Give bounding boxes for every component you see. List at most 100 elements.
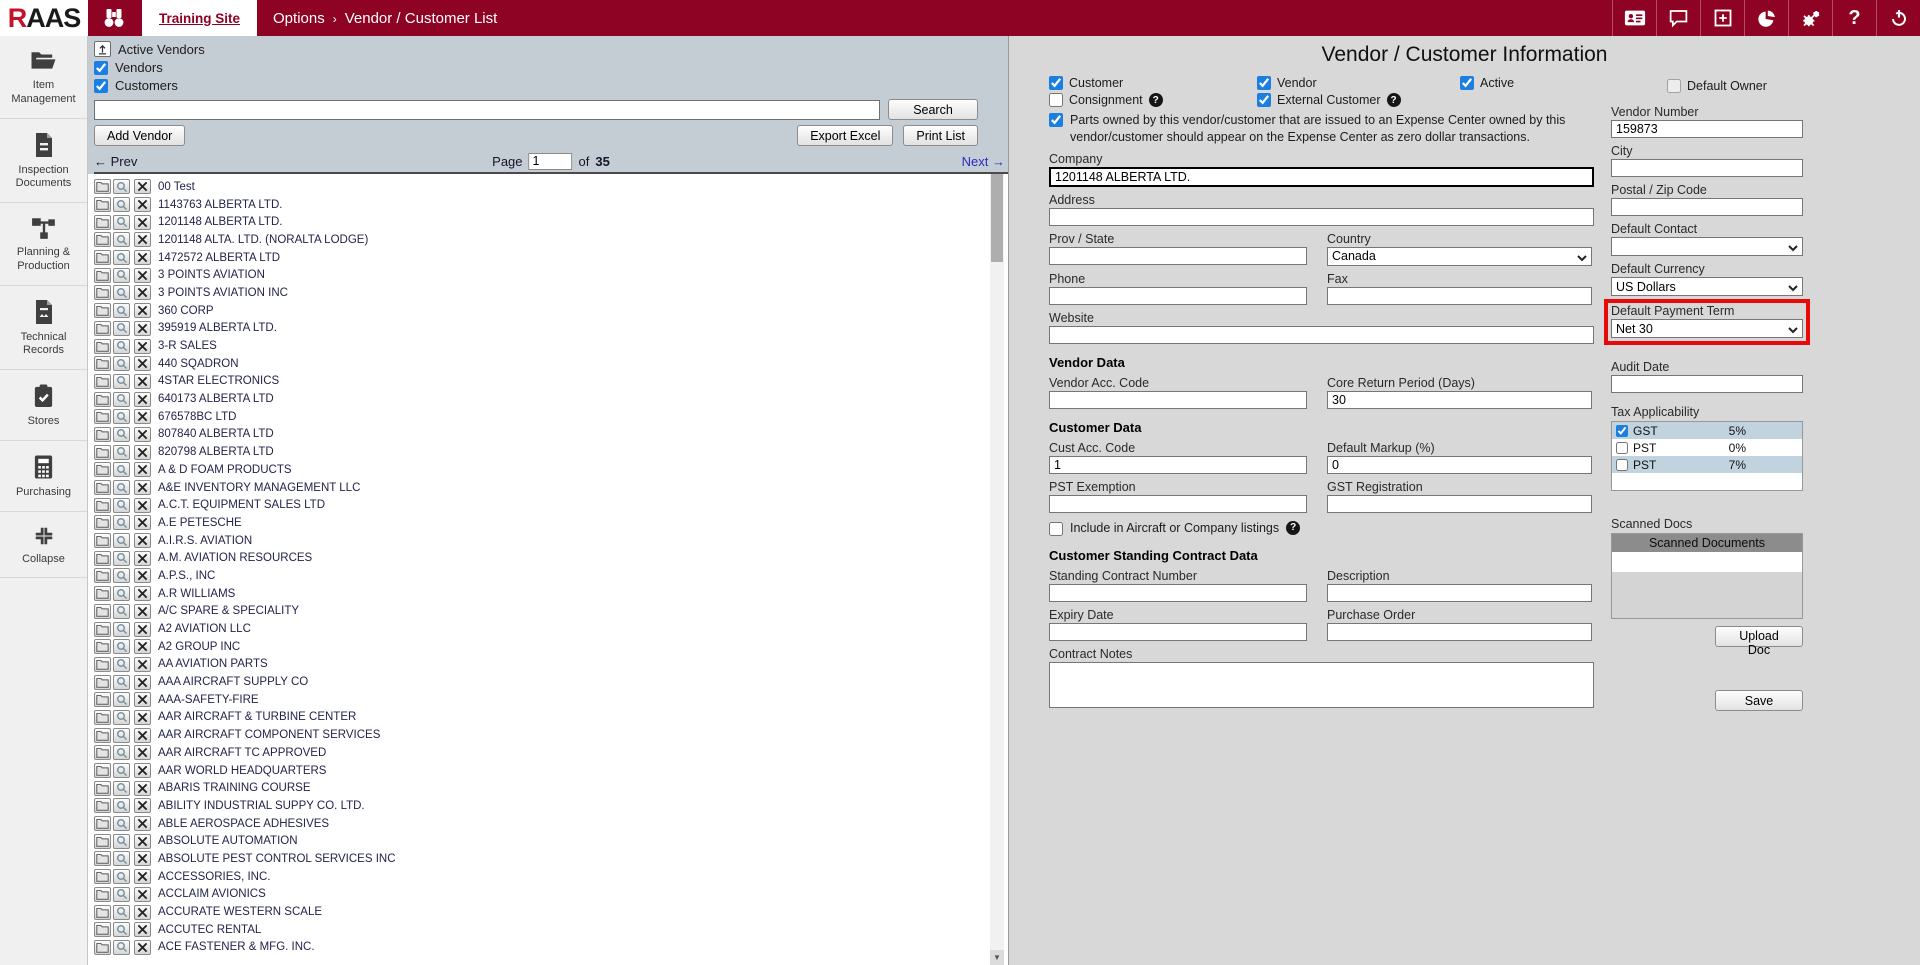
country-select[interactable]: Canada xyxy=(1327,247,1592,266)
vendor-name[interactable]: 820798 ALBERTA LTD xyxy=(158,446,274,458)
delete-vendor-button[interactable] xyxy=(134,445,151,460)
vendor-name[interactable]: A.I.R.S. AVIATION xyxy=(158,535,252,547)
view-vendor-button[interactable] xyxy=(113,604,130,619)
delete-vendor-button[interactable] xyxy=(134,462,151,477)
consignment-help-icon[interactable]: ? xyxy=(1149,93,1163,107)
view-vendor-button[interactable] xyxy=(113,639,130,654)
open-vendor-button[interactable] xyxy=(94,179,111,194)
delete-vendor-button[interactable] xyxy=(134,480,151,495)
delete-vendor-button[interactable] xyxy=(134,816,151,831)
open-vendor-button[interactable] xyxy=(94,869,111,884)
view-vendor-button[interactable] xyxy=(113,409,130,424)
open-vendor-button[interactable] xyxy=(94,533,111,548)
delete-vendor-button[interactable] xyxy=(134,622,151,637)
cust-acc-code-input[interactable] xyxy=(1049,456,1307,474)
open-vendor-button[interactable] xyxy=(94,692,111,707)
view-vendor-button[interactable] xyxy=(113,798,130,813)
view-vendor-button[interactable] xyxy=(113,374,130,389)
delete-vendor-button[interactable] xyxy=(134,710,151,725)
delete-vendor-button[interactable] xyxy=(134,657,151,672)
delete-vendor-button[interactable] xyxy=(134,568,151,583)
vendor-name[interactable]: AAR AIRCRAFT COMPONENT SERVICES xyxy=(158,729,380,741)
vendor-name[interactable]: A2 GROUP INC xyxy=(158,641,240,653)
delete-vendor-button[interactable] xyxy=(134,551,151,566)
view-vendor-button[interactable] xyxy=(113,462,130,477)
print-list-button[interactable]: Print List xyxy=(903,125,978,146)
sidebar-item-purchasing[interactable]: Purchasing xyxy=(0,441,87,512)
delete-vendor-button[interactable] xyxy=(134,498,151,513)
view-vendor-button[interactable] xyxy=(113,392,130,407)
vendor-acc-code-input[interactable] xyxy=(1049,391,1307,409)
vendor-name[interactable]: 676578BC LTD xyxy=(158,411,236,423)
help-icon[interactable]: ? xyxy=(1832,0,1876,36)
view-vendor-button[interactable] xyxy=(113,179,130,194)
delete-vendor-button[interactable] xyxy=(134,798,151,813)
view-vendor-button[interactable] xyxy=(113,197,130,212)
vendor-name[interactable]: ABLE AEROSPACE ADHESIVES xyxy=(158,818,329,830)
view-vendor-button[interactable] xyxy=(113,905,130,920)
view-vendor-button[interactable] xyxy=(113,356,130,371)
delete-vendor-button[interactable] xyxy=(134,515,151,530)
next-page-link[interactable]: Next → xyxy=(962,154,1005,169)
delete-vendor-button[interactable] xyxy=(134,851,151,866)
view-vendor-button[interactable] xyxy=(113,551,130,566)
filter-vendors-checkbox[interactable] xyxy=(94,61,108,75)
delete-vendor-button[interactable] xyxy=(134,392,151,407)
view-vendor-button[interactable] xyxy=(113,763,130,778)
vendor-name[interactable]: A&E INVENTORY MANAGEMENT LLC xyxy=(158,482,360,494)
open-vendor-button[interactable] xyxy=(94,728,111,743)
view-vendor-button[interactable] xyxy=(113,285,130,300)
vendor-name[interactable]: A & D FOAM PRODUCTS xyxy=(158,464,292,476)
fax-input[interactable] xyxy=(1327,287,1592,305)
delete-vendor-button[interactable] xyxy=(134,374,151,389)
vendor-name[interactable]: AA AVIATION PARTS xyxy=(158,658,268,670)
core-return-period-input[interactable] xyxy=(1327,391,1592,409)
view-vendor-button[interactable] xyxy=(113,887,130,902)
scroll-top-icon[interactable] xyxy=(94,41,111,57)
vendor-name[interactable]: 440 SQADRON xyxy=(158,358,239,370)
open-vendor-button[interactable] xyxy=(94,586,111,601)
vendor-name[interactable]: ABSOLUTE AUTOMATION xyxy=(158,835,298,847)
open-vendor-button[interactable] xyxy=(94,763,111,778)
scrollbar-thumb[interactable] xyxy=(991,174,1003,262)
parts-owned-checkbox[interactable] xyxy=(1049,113,1063,127)
delete-vendor-button[interactable] xyxy=(134,339,151,354)
vendor-name[interactable]: A.P.S., INC xyxy=(158,570,215,582)
open-vendor-button[interactable] xyxy=(94,551,111,566)
delete-vendor-button[interactable] xyxy=(134,905,151,920)
default-contact-select[interactable] xyxy=(1611,237,1803,256)
vendor-name[interactable]: ACCESSORIES, INC. xyxy=(158,871,270,883)
delete-vendor-button[interactable] xyxy=(134,197,151,212)
view-vendor-button[interactable] xyxy=(113,498,130,513)
view-vendor-button[interactable] xyxy=(113,781,130,796)
city-input[interactable] xyxy=(1611,159,1803,177)
delete-vendor-button[interactable] xyxy=(134,887,151,902)
delete-vendor-button[interactable] xyxy=(134,285,151,300)
delete-vendor-button[interactable] xyxy=(134,745,151,760)
standing-contract-number-input[interactable] xyxy=(1049,584,1307,602)
tax-checkbox[interactable] xyxy=(1616,442,1628,454)
open-vendor-button[interactable] xyxy=(94,268,111,283)
view-vendor-button[interactable] xyxy=(113,745,130,760)
open-vendor-button[interactable] xyxy=(94,498,111,513)
view-vendor-button[interactable] xyxy=(113,232,130,247)
open-vendor-button[interactable] xyxy=(94,851,111,866)
view-vendor-button[interactable] xyxy=(113,533,130,548)
vendor-name[interactable]: AAR AIRCRAFT & TURBINE CENTER xyxy=(158,711,356,723)
view-vendor-button[interactable] xyxy=(113,250,130,265)
view-vendor-button[interactable] xyxy=(113,851,130,866)
tab-training-site[interactable]: Training Site xyxy=(142,0,257,36)
default-currency-select[interactable]: US Dollars xyxy=(1611,277,1803,296)
scrollbar-down-arrow-icon[interactable]: ▼ xyxy=(990,950,1004,965)
view-vendor-button[interactable] xyxy=(113,816,130,831)
delete-vendor-button[interactable] xyxy=(134,321,151,336)
audit-date-input[interactable] xyxy=(1611,375,1803,393)
website-input[interactable] xyxy=(1049,326,1594,344)
delete-vendor-button[interactable] xyxy=(134,303,151,318)
filter-customers-checkbox[interactable] xyxy=(94,79,108,93)
vendor-name[interactable]: 3-R SALES xyxy=(158,340,217,352)
vendor-name[interactable]: 640173 ALBERTA LTD xyxy=(158,393,274,405)
delete-vendor-button[interactable] xyxy=(134,409,151,424)
view-vendor-button[interactable] xyxy=(113,515,130,530)
delete-vendor-button[interactable] xyxy=(134,763,151,778)
